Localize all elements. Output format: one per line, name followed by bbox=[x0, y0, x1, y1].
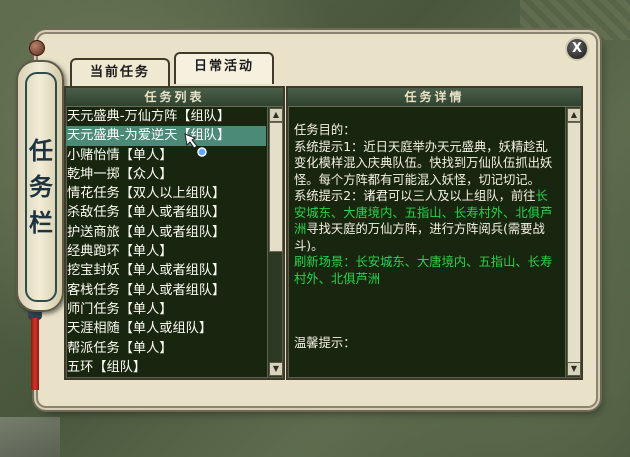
quest-detail-text: 任务目的： 系统提示1：近日天庭举办天元盛典，妖精趁乱变化模样混入庆典队伍。快找… bbox=[294, 122, 560, 352]
tips-label: 温馨提示： bbox=[294, 336, 356, 350]
scroll-thumb[interactable] bbox=[269, 122, 283, 252]
tab-current-quests[interactable]: 当前任务 bbox=[70, 58, 170, 88]
close-button[interactable]: X bbox=[565, 37, 589, 61]
quest-list-item[interactable]: 天元盛典-为爱逆天【组队】 bbox=[66, 126, 266, 146]
scroll-thumb[interactable] bbox=[567, 122, 581, 364]
quest-list-item[interactable]: 客栈任务【单人或者组队】 bbox=[66, 281, 266, 300]
quest-list-item[interactable]: 护送商旅【单人或者组队】 bbox=[66, 223, 266, 242]
quest-list-item[interactable]: 情花任务【双人以上组队】 bbox=[66, 184, 266, 203]
hint2-prefix: 系统提示2：诸君可以三人及以上组队，前往 bbox=[294, 189, 536, 203]
hint2-suffix: 寻找天庭的万仙方阵，进行方阵阅兵(需要战斗)。 bbox=[294, 222, 545, 253]
quest-list-scrollbar[interactable]: ▲ ▼ bbox=[267, 107, 283, 377]
system-hint-1: 系统提示1：近日天庭举办天元盛典，妖精趁乱变化模样混入庆典队伍。快找到万仙队伍抓… bbox=[294, 139, 553, 187]
background-terrain bbox=[0, 417, 60, 457]
quest-list-item[interactable]: 天涯相随【单人或组队】 bbox=[66, 319, 266, 338]
quest-list-item[interactable]: 杀敌任务【单人或者组队】 bbox=[66, 203, 266, 222]
scroll-up-button[interactable]: ▲ bbox=[567, 108, 581, 122]
window-side-title: 任 务 栏 bbox=[16, 60, 64, 312]
side-title-char: 栏 bbox=[29, 208, 53, 237]
quest-list-item[interactable]: 经典跑环【单人】 bbox=[66, 242, 266, 261]
quest-list: 天元盛典-万仙方阵【组队】 天元盛典-为爱逆天【组队】 小赌怡情【单人】 乾坤一掷【众… bbox=[66, 107, 266, 377]
tassel bbox=[31, 318, 39, 390]
quest-list-item[interactable]: 帮派任务【单人】 bbox=[66, 339, 266, 358]
quest-list-item[interactable]: 挖宝封妖【单人或者组队】 bbox=[66, 261, 266, 280]
quest-list-item[interactable]: 小赌怡情【单人】 bbox=[66, 146, 266, 165]
quest-list-item[interactable]: 乾坤一掷【众人】 bbox=[66, 165, 266, 184]
quest-list-header: 任务列表 bbox=[66, 88, 283, 107]
quest-list-item[interactable]: 五环【组队】 bbox=[66, 358, 266, 377]
scroll-knob-top bbox=[29, 40, 45, 56]
quest-detail-panel: 任务详情 任务目的： 系统提示1：近日天庭举办天元盛典，妖精趁乱变化模样混入庆典… bbox=[286, 86, 583, 380]
scroll-up-button[interactable]: ▲ bbox=[269, 108, 283, 122]
goal-label: 任务目的： bbox=[294, 123, 356, 137]
refresh-label: 刷新场景： bbox=[294, 255, 356, 269]
tab-daily-activities[interactable]: 日常活动 bbox=[174, 52, 274, 84]
side-title-char: 务 bbox=[29, 172, 53, 201]
side-title-char: 任 bbox=[29, 136, 53, 165]
mouse-cursor-icon bbox=[184, 133, 207, 157]
quest-list-item[interactable]: 天元盛典-万仙方阵【组队】 bbox=[66, 107, 266, 126]
scroll-down-button[interactable]: ▼ bbox=[269, 362, 283, 376]
system-hint-2: 系统提示2：诸君可以三人及以上组队，前往长安城东、大唐境内、五指山、长寿村外、北… bbox=[294, 188, 560, 254]
quest-detail-header: 任务详情 bbox=[288, 88, 581, 107]
quest-list-item[interactable]: 师门任务【单人】 bbox=[66, 300, 266, 319]
quest-list-panel: 任务列表 天元盛典-万仙方阵【组队】 天元盛典-为爱逆天【组队】 小赌怡情【单人】乾… bbox=[64, 86, 285, 380]
scroll-down-button[interactable]: ▼ bbox=[567, 362, 581, 376]
quest-detail-scrollbar[interactable]: ▲ ▼ bbox=[565, 107, 581, 377]
refresh-scenes: 刷新场景：长安城东、大唐境内、五指山、长寿村外、北俱芦洲 bbox=[294, 254, 560, 287]
